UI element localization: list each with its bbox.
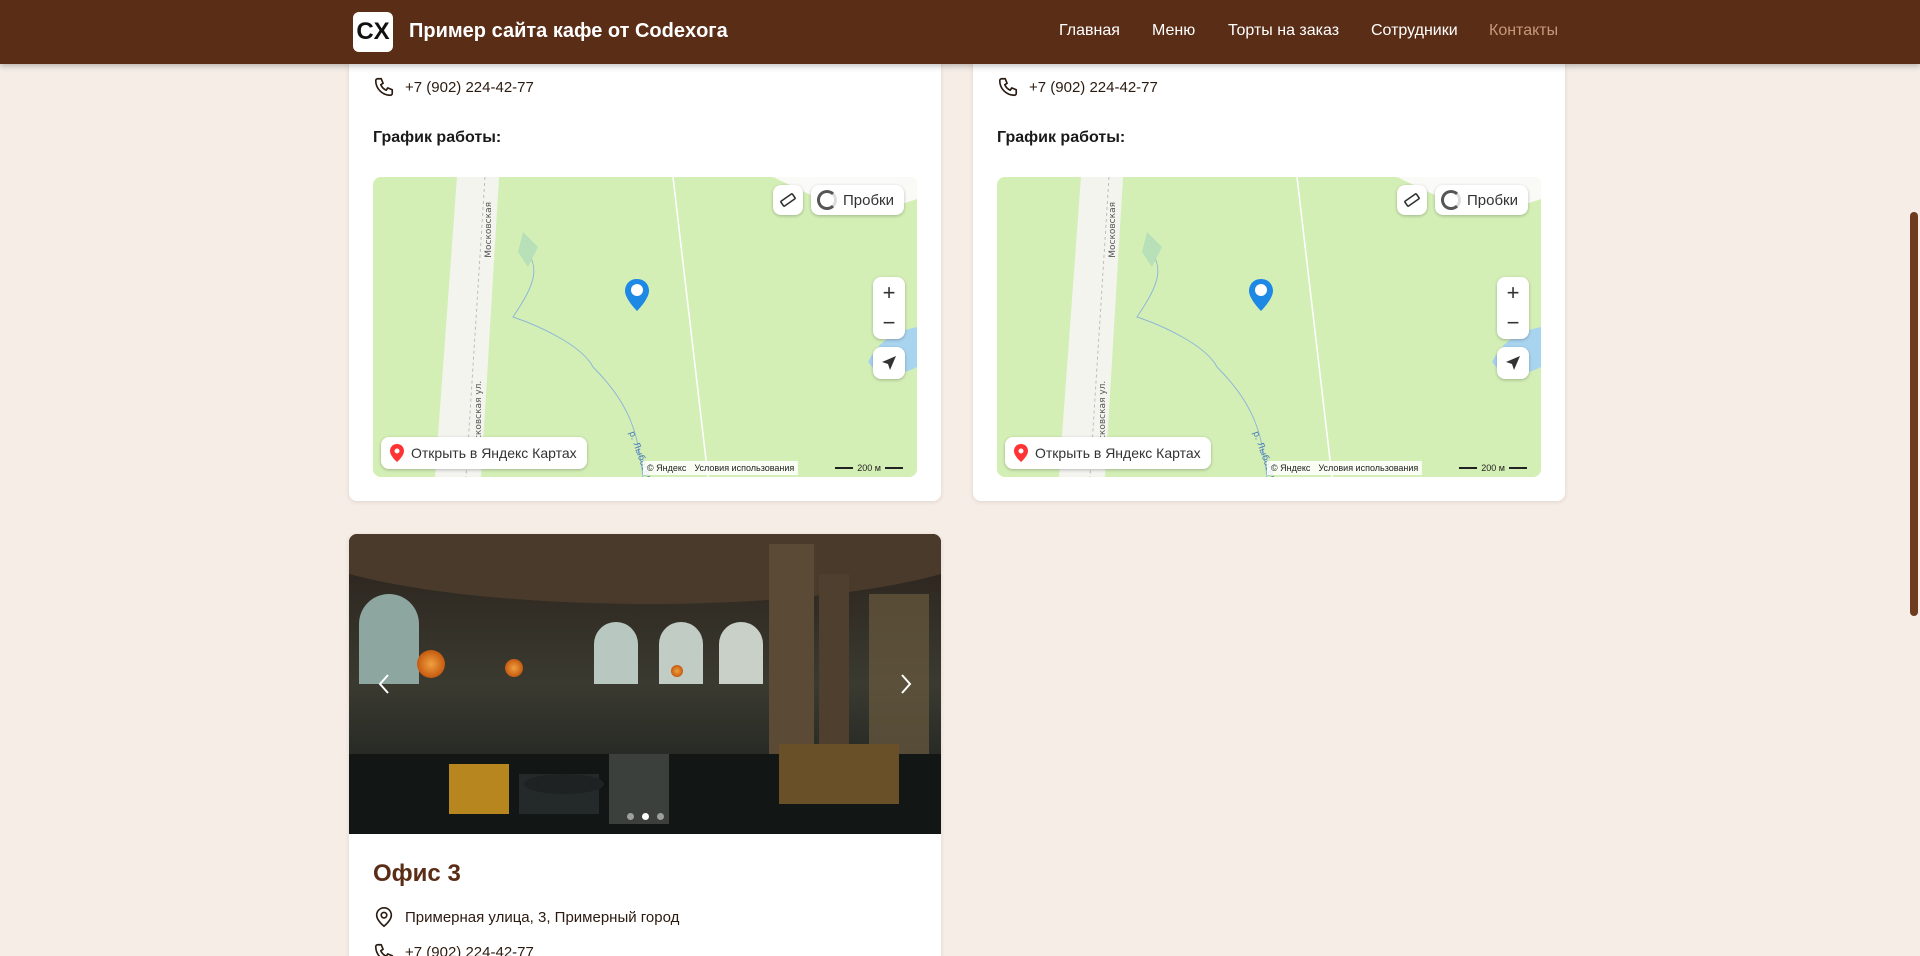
open-in-yandex-maps-button[interactable]: Открыть в Яндекс Картах (1005, 437, 1211, 469)
traffic-button[interactable]: Пробки (1435, 185, 1528, 215)
chevron-left-icon (378, 674, 389, 694)
scale-bar-right (885, 467, 903, 469)
page-scrollbar[interactable] (1908, 0, 1920, 956)
phone-icon (374, 943, 394, 956)
phone-icon (374, 77, 394, 97)
scrollbar-thumb[interactable] (1910, 212, 1918, 616)
yandex-map[interactable]: Московская Московская ул. р. Лыбосек Про… (997, 177, 1541, 477)
zoom-out-button[interactable]: − (1507, 308, 1520, 338)
schedule-label: График работы: (373, 129, 502, 146)
main-nav: Главная Меню Торты на заказ Сотрудники К… (0, 22, 1920, 42)
schedule-label: График работы: (997, 129, 1126, 146)
ruler-icon (1404, 193, 1420, 207)
yandex-map[interactable]: Московская Московская ул. р. Лыбосек Про… (373, 177, 917, 477)
scale-bar-left (1459, 467, 1478, 469)
map-tiles: Московская Московская ул. р. Лыбосек (997, 177, 1541, 477)
carousel-prev-button[interactable] (369, 668, 399, 700)
address-text: Примерная улица, 3, Примерный город (405, 909, 680, 926)
traffic-label: Пробки (843, 191, 894, 209)
traffic-button[interactable]: Пробки (811, 185, 904, 215)
zoom-out-button[interactable]: − (883, 308, 896, 338)
traffic-icon (1441, 190, 1461, 210)
ruler-icon (780, 193, 796, 207)
nav-link-staff[interactable]: Сотрудники (1371, 22, 1458, 40)
navigate-arrow-icon (1506, 356, 1520, 370)
zoom-in-button[interactable]: + (883, 278, 896, 308)
map-scale: 200 м (1459, 461, 1527, 475)
phone-text[interactable]: +7 (902) 224-42-77 (405, 944, 534, 956)
terms-link[interactable]: Условия использования (1318, 463, 1418, 473)
office-photo-carousel[interactable] (349, 534, 941, 834)
carousel-dot-2[interactable] (641, 813, 649, 820)
map-marker-icon[interactable] (1247, 277, 1275, 313)
scale-label: 200 м (857, 463, 881, 473)
location-pin-icon (1014, 444, 1028, 462)
nav-link-contacts[interactable]: Контакты (1489, 22, 1558, 40)
location-pin-icon (375, 907, 393, 928)
office-card-2: +7 (902) 224-42-77 График работы: Москов… (973, 40, 1565, 501)
phone-text[interactable]: +7 (902) 224-42-77 (1029, 79, 1158, 96)
carousel-indicators (349, 813, 941, 820)
map-copyright: © Яндекс Условия использования (643, 461, 799, 475)
zoom-control: + − (873, 277, 905, 339)
street-label-top: Московская (1108, 202, 1118, 258)
street-label-top: Московская (484, 202, 494, 258)
geolocation-button[interactable] (1497, 347, 1529, 379)
site-header: CX Пример сайта кафе от Codexога Главная… (0, 0, 1920, 64)
traffic-label: Пробки (1467, 191, 1518, 209)
ruler-button[interactable] (1397, 185, 1427, 215)
phone-text[interactable]: +7 (902) 224-42-77 (405, 79, 534, 96)
scale-bar-left (835, 467, 854, 469)
carousel-dot-1[interactable] (626, 813, 634, 820)
open-label: Открыть в Яндекс Картах (1035, 445, 1201, 461)
scale-label: 200 м (1481, 463, 1505, 473)
open-label: Открыть в Яндекс Картах (411, 445, 577, 461)
office-card-1: +7 (902) 224-42-77 График работы: Москов… (349, 40, 941, 501)
geolocation-button[interactable] (873, 347, 905, 379)
location-pin-icon (390, 444, 404, 462)
carousel-dot-3[interactable] (656, 813, 664, 820)
navigate-arrow-icon (882, 356, 896, 370)
map-scale: 200 м (835, 461, 903, 475)
cafe-interior-photo (349, 534, 941, 834)
chevron-right-icon (901, 674, 912, 694)
nav-link-menu[interactable]: Меню (1152, 22, 1195, 40)
carousel-next-button[interactable] (891, 668, 921, 700)
ruler-button[interactable] (773, 185, 803, 215)
nav-link-home[interactable]: Главная (1059, 22, 1120, 40)
map-tiles: Московская Московская ул. р. Лыбосек (373, 177, 917, 477)
office-title: Офис 3 (373, 860, 461, 887)
phone-icon (998, 77, 1018, 97)
zoom-in-button[interactable]: + (1507, 278, 1520, 308)
terms-link[interactable]: Условия использования (694, 463, 794, 473)
scale-bar-right (1509, 467, 1527, 469)
map-marker-icon[interactable] (623, 277, 651, 313)
open-in-yandex-maps-button[interactable]: Открыть в Яндекс Картах (381, 437, 587, 469)
nav-link-cakes[interactable]: Торты на заказ (1228, 22, 1339, 40)
traffic-icon (817, 190, 837, 210)
yandex-copyright[interactable]: © Яндекс (1271, 463, 1310, 473)
zoom-control: + − (1497, 277, 1529, 339)
map-copyright: © Яндекс Условия использования (1267, 461, 1423, 475)
yandex-copyright[interactable]: © Яндекс (647, 463, 686, 473)
